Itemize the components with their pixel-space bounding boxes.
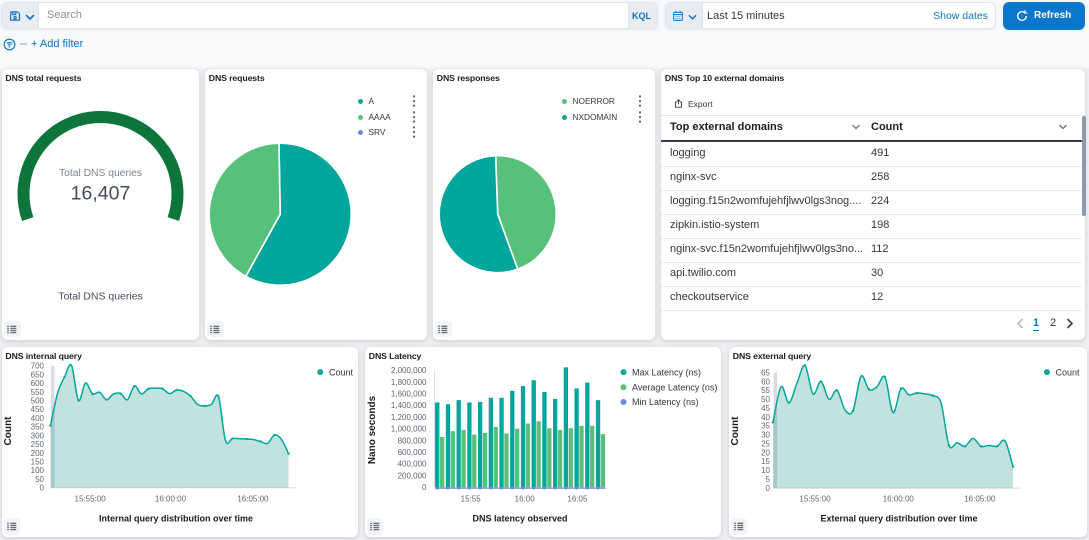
svg-text:16:00:00: 16:00:00 bbox=[883, 495, 915, 504]
svg-text:0: 0 bbox=[40, 484, 45, 493]
svg-text:External query distribution ov: External query distribution over time bbox=[820, 514, 977, 524]
svg-text:35: 35 bbox=[761, 422, 770, 431]
svg-text:16,407: 16,407 bbox=[71, 183, 131, 205]
svg-text:Average Latency (ns): Average Latency (ns) bbox=[632, 383, 717, 393]
svg-text:10: 10 bbox=[761, 466, 770, 475]
svg-text:Count: Count bbox=[1056, 367, 1081, 377]
svg-text:40: 40 bbox=[761, 413, 770, 422]
svg-text:250: 250 bbox=[31, 440, 45, 449]
svg-text:800,000: 800,000 bbox=[398, 436, 427, 445]
svg-text:350: 350 bbox=[31, 423, 45, 432]
svg-text:5: 5 bbox=[766, 475, 771, 484]
svg-text:1,800,000: 1,800,000 bbox=[391, 378, 427, 387]
svg-text:700: 700 bbox=[31, 362, 45, 371]
svg-text:Count: Count bbox=[329, 367, 354, 377]
svg-text:200,000: 200,000 bbox=[398, 471, 427, 480]
svg-text:15:55: 15:55 bbox=[461, 495, 482, 504]
svg-text:16:05:00: 16:05:00 bbox=[964, 495, 996, 504]
svg-text:15: 15 bbox=[761, 457, 770, 466]
svg-text:Total DNS queries: Total DNS queries bbox=[59, 168, 142, 179]
svg-text:Min Latency (ns): Min Latency (ns) bbox=[632, 397, 699, 407]
svg-text:1,200,000: 1,200,000 bbox=[391, 413, 427, 422]
svg-text:16:05: 16:05 bbox=[567, 495, 588, 504]
svg-text:45: 45 bbox=[761, 404, 770, 413]
svg-text:0: 0 bbox=[766, 484, 771, 493]
svg-text:1,400,000: 1,400,000 bbox=[391, 401, 427, 410]
svg-text:150: 150 bbox=[31, 458, 45, 467]
svg-text:Count: Count bbox=[730, 416, 741, 446]
svg-text:200: 200 bbox=[31, 449, 45, 458]
svg-text:Count: Count bbox=[3, 416, 14, 446]
svg-text:600: 600 bbox=[31, 379, 45, 388]
svg-text:60: 60 bbox=[761, 377, 770, 386]
svg-text:1,000,000: 1,000,000 bbox=[391, 425, 427, 434]
svg-text:0: 0 bbox=[422, 483, 427, 492]
svg-text:16:00: 16:00 bbox=[515, 495, 536, 504]
svg-text:65: 65 bbox=[761, 368, 770, 377]
svg-text:400: 400 bbox=[31, 414, 45, 423]
svg-text:16:00:00: 16:00:00 bbox=[155, 495, 187, 504]
svg-text:500: 500 bbox=[31, 397, 45, 406]
svg-text:600,000: 600,000 bbox=[398, 448, 427, 457]
svg-text:20: 20 bbox=[761, 448, 770, 457]
svg-text:16:05:00: 16:05:00 bbox=[237, 495, 269, 504]
svg-text:Total DNS queries: Total DNS queries bbox=[58, 291, 143, 303]
svg-text:550: 550 bbox=[31, 388, 45, 397]
svg-text:15:55:00: 15:55:00 bbox=[75, 495, 107, 504]
svg-text:30: 30 bbox=[761, 431, 770, 440]
svg-text:25: 25 bbox=[761, 440, 770, 449]
svg-text:2,000,000: 2,000,000 bbox=[391, 366, 427, 375]
svg-text:400,000: 400,000 bbox=[398, 460, 427, 469]
svg-text:15:55:00: 15:55:00 bbox=[799, 495, 831, 504]
svg-text:1,600,000: 1,600,000 bbox=[391, 390, 427, 399]
svg-text:Internal query distribution ov: Internal query distribution over time bbox=[99, 514, 253, 524]
svg-text:300: 300 bbox=[31, 431, 45, 440]
svg-text:450: 450 bbox=[31, 405, 45, 414]
svg-text:55: 55 bbox=[761, 386, 770, 395]
svg-text:100: 100 bbox=[31, 466, 45, 475]
svg-text:50: 50 bbox=[761, 395, 770, 404]
svg-text:50: 50 bbox=[35, 475, 44, 484]
svg-text:Max Latency (ns): Max Latency (ns) bbox=[632, 367, 701, 377]
svg-text:DNS latency observed: DNS latency observed bbox=[472, 514, 567, 524]
svg-text:Nano seconds: Nano seconds bbox=[367, 395, 378, 464]
svg-text:650: 650 bbox=[31, 370, 45, 379]
